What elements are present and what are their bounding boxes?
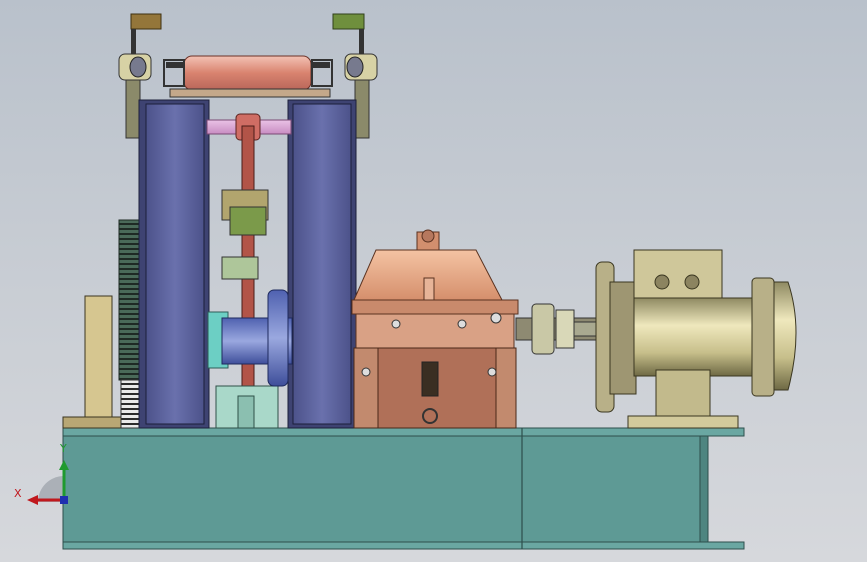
right-side-plate[interactable] <box>287 99 357 429</box>
electric-motor[interactable] <box>595 249 797 429</box>
y-axis-label: Y <box>59 442 67 455</box>
base-frame[interactable] <box>62 427 745 550</box>
left-side-plate[interactable] <box>138 99 210 429</box>
top-roller[interactable] <box>163 55 333 98</box>
cad-viewport[interactable]: X Y <box>0 0 867 562</box>
x-axis-label: X <box>14 487 22 500</box>
gear-wheel-light[interactable] <box>120 379 142 429</box>
gear-wheel-dark[interactable] <box>118 219 142 381</box>
motor-coupling[interactable] <box>515 303 599 355</box>
z-axis-marker <box>60 496 68 504</box>
coordinate-triad: X Y <box>14 442 69 505</box>
lower-bracket[interactable] <box>215 385 279 429</box>
mid-bracket[interactable] <box>221 256 259 280</box>
gearbox-reducer[interactable] <box>351 229 519 429</box>
assembly-model[interactable]: X Y <box>0 0 867 562</box>
upper-clamp-bracket[interactable] <box>221 189 269 236</box>
left-support-block[interactable] <box>62 295 124 429</box>
